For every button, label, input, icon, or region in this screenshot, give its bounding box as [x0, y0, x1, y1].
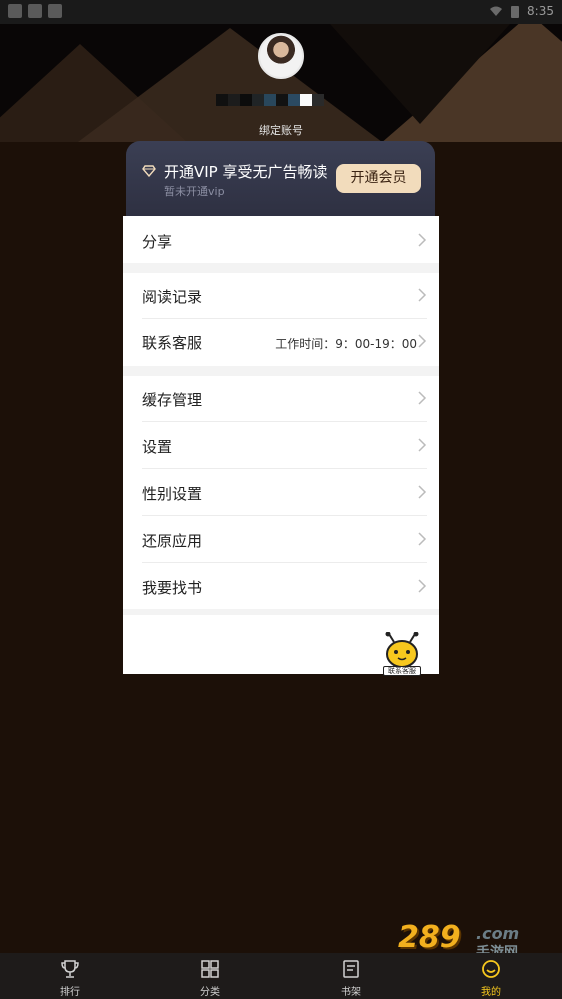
header-decoration: [330, 24, 510, 124]
menu-item-label: 设置: [142, 438, 173, 456]
watermark-number: 289: [398, 920, 461, 955]
chevron-right-icon: [418, 485, 427, 499]
tab-category[interactable]: 分类: [140, 953, 280, 999]
menu-item-request-book[interactable]: 我要找书: [123, 564, 439, 610]
menu-item-reset-app[interactable]: 还原应用: [123, 517, 439, 563]
menu-item-customer-service[interactable]: 联系客服 工作时间：9：00-19：00: [123, 319, 439, 365]
section-divider: [123, 366, 439, 376]
smile-icon: [482, 960, 500, 978]
section-divider: [123, 263, 439, 273]
menu-item-label: 我要找书: [142, 579, 203, 597]
bind-account-link[interactable]: 绑定账号: [0, 122, 562, 138]
tab-ranking[interactable]: 排行: [0, 953, 140, 999]
book-icon: [343, 960, 359, 978]
username-redacted: [216, 94, 324, 106]
chevron-right-icon: [418, 532, 427, 546]
tab-label: 分类: [200, 987, 220, 998]
bottom-tab-bar: 排行 分类 书架 我的: [0, 953, 562, 999]
chevron-right-icon: [418, 233, 427, 247]
diamond-icon: [142, 165, 156, 177]
menu-item-cache[interactable]: 缓存管理: [123, 376, 439, 422]
open-vip-button[interactable]: 开通会员: [336, 164, 421, 193]
menu-item-label: 性别设置: [142, 485, 203, 503]
row-divider: [142, 562, 427, 563]
chevron-right-icon: [418, 288, 427, 302]
battery-icon: [511, 5, 520, 18]
grid-icon: [201, 960, 219, 978]
menu-item-share[interactable]: 分享: [123, 218, 439, 264]
chevron-right-icon: [418, 334, 427, 348]
floating-support-label[interactable]: 联系客服: [383, 666, 421, 676]
notification-icons: [8, 4, 62, 18]
section-divider: [123, 609, 439, 615]
menu-item-settings[interactable]: 设置: [123, 423, 439, 469]
vip-status: 暂未开通vip: [164, 185, 225, 198]
vip-banner[interactable]: 开通VIP 享受无广告畅读 暂未开通vip 开通会员: [126, 141, 435, 223]
avatar[interactable]: [258, 33, 304, 79]
tab-label: 我的: [481, 987, 501, 998]
row-divider: [142, 515, 427, 516]
chevron-right-icon: [418, 391, 427, 405]
menu-item-reading-history[interactable]: 阅读记录: [123, 273, 439, 319]
tab-bookshelf[interactable]: 书架: [281, 953, 421, 999]
chevron-right-icon: [418, 438, 427, 452]
menu-item-label: 分享: [142, 233, 173, 251]
trophy-icon: [61, 960, 79, 978]
wifi-icon: [490, 6, 503, 16]
row-divider: [142, 421, 427, 422]
menu-item-gender[interactable]: 性别设置: [123, 470, 439, 516]
app-notification-icon: [48, 4, 62, 18]
clock: 8:35: [527, 4, 554, 18]
chevron-right-icon: [418, 579, 427, 593]
menu-item-label: 阅读记录: [142, 288, 203, 306]
vip-title: 开通VIP 享受无广告畅读: [164, 163, 328, 181]
app-notification-icon: [8, 4, 22, 18]
app-notification-icon: [28, 4, 42, 18]
menu-item-label: 还原应用: [142, 532, 203, 550]
tab-label: 书架: [341, 987, 361, 998]
menu-item-label: 缓存管理: [142, 391, 203, 409]
tab-label: 排行: [60, 987, 80, 998]
service-hours: 工作时间：9：00-19：00: [275, 337, 417, 351]
row-divider: [142, 468, 427, 469]
tab-mine[interactable]: 我的: [421, 953, 561, 999]
menu-item-label: 联系客服: [142, 334, 203, 352]
settings-menu: 分享 阅读记录 联系客服 工作时间：9：00-19：00 缓存管理 设置 性别设…: [123, 216, 439, 676]
status-bar: 8:35: [0, 0, 562, 24]
watermark-domain: .com: [476, 924, 520, 943]
